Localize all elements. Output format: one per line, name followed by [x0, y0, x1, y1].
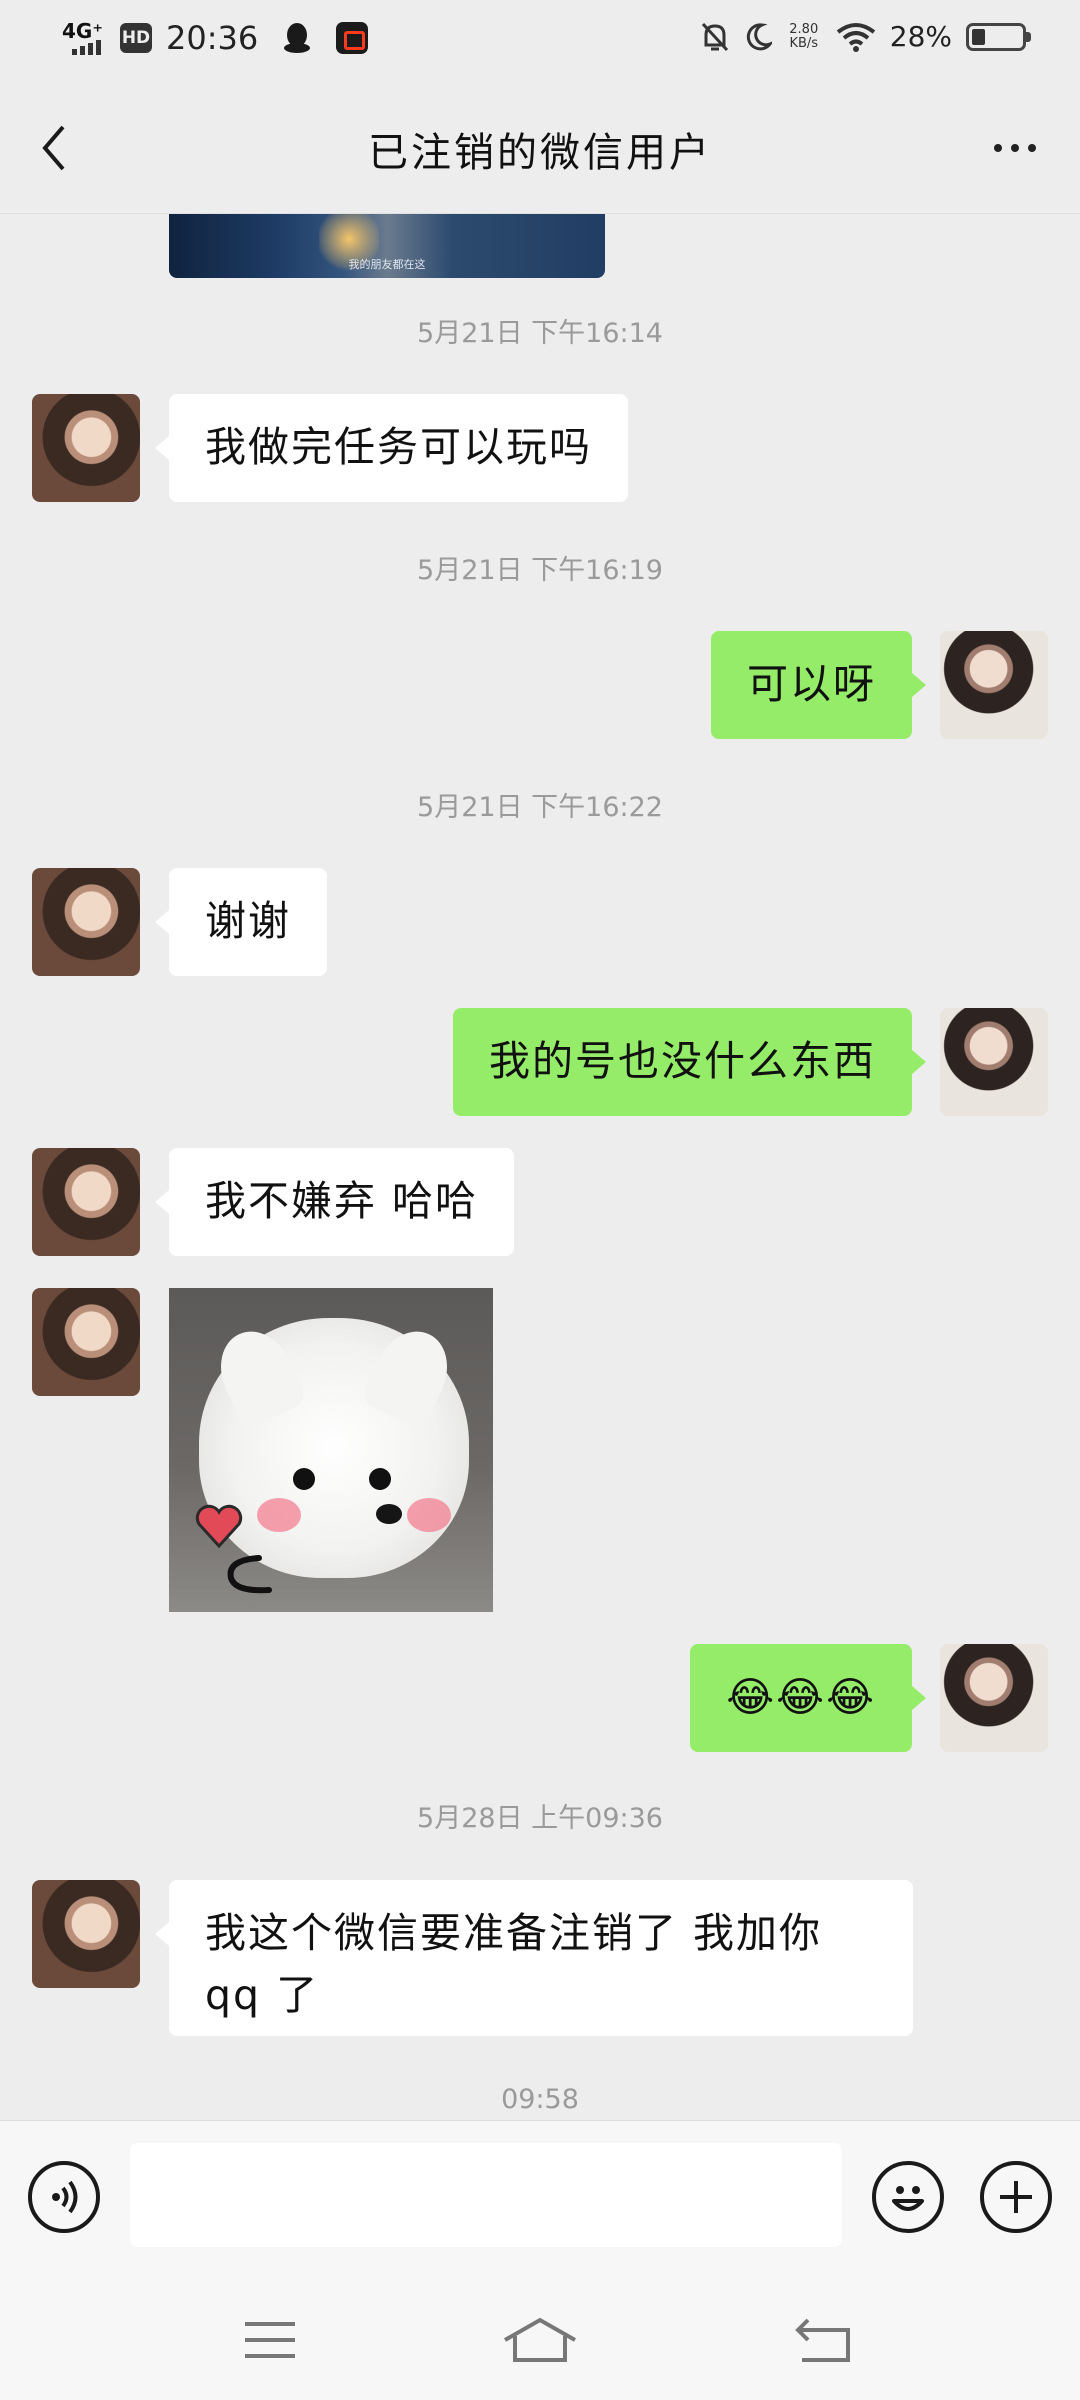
speed-value: 2.80 [789, 21, 819, 37]
emoji-button[interactable] [872, 2161, 944, 2233]
status-bar: 4G⁺ HD 20:36 2.80 KB/s 28% [0, 0, 1080, 80]
outgoing-message[interactable]: 可以呀 [711, 631, 926, 739]
timestamp: 5月21日 下午16:14 [417, 318, 663, 349]
menu-icon [245, 2322, 295, 2358]
my-avatar[interactable] [940, 1644, 1048, 1752]
my-avatar[interactable] [940, 631, 1048, 739]
scribble-mark [227, 1555, 272, 1594]
sticker-message[interactable] [169, 1288, 493, 1612]
plus-icon [1000, 2181, 1032, 2213]
network-type: 4G⁺ [62, 19, 103, 43]
speed-unit: KB/s [789, 35, 819, 51]
contact-avatar[interactable] [32, 1880, 140, 1988]
dot-icon [1028, 144, 1036, 152]
incoming-message[interactable]: 我做完任务可以玩吗 [155, 394, 628, 502]
incoming-message[interactable]: 谢谢 [155, 868, 327, 976]
signal-icon: 4G⁺ [62, 18, 110, 58]
home-icon [504, 2317, 576, 2362]
contact-avatar[interactable] [32, 868, 140, 976]
battery-percent: 28% [889, 20, 952, 53]
incoming-message[interactable]: 我这个微信要准备注销了 我加你qq 了 [155, 1880, 913, 2036]
menu-nav-button[interactable] [230, 2308, 310, 2372]
message-input[interactable] [130, 2143, 842, 2247]
clock: 20:36 [166, 19, 259, 57]
image-caption: 我的朋友都在这 [348, 258, 426, 271]
battery-icon [966, 22, 1031, 51]
battery-fill [972, 28, 985, 45]
system-nav-bar [0, 2280, 1080, 2400]
moon-icon [746, 22, 772, 50]
mute-icon [701, 22, 728, 51]
dot-icon [994, 144, 1002, 152]
timestamp: 09:58 [501, 2084, 579, 2115]
wifi-icon [836, 22, 875, 52]
image-message[interactable]: 我的朋友都在这 [169, 214, 605, 278]
screen-record-icon [336, 22, 369, 54]
more-options-button[interactable] [980, 120, 1050, 176]
contact-avatar[interactable] [32, 394, 140, 502]
contact-avatar[interactable] [32, 1288, 140, 1396]
back-nav-button[interactable] [784, 2308, 864, 2372]
chat-title: 已注销的微信用户 [368, 130, 712, 176]
qq-icon [284, 23, 311, 53]
timestamp: 5月21日 下午16:19 [417, 555, 663, 586]
dot-icon [1011, 144, 1019, 152]
chevron-left-icon [42, 125, 65, 171]
hd-badge: HD [120, 23, 152, 53]
voice-icon [52, 2180, 78, 2214]
timestamp: 5月28日 上午09:36 [417, 1803, 663, 1834]
outgoing-message[interactable]: 😂😂😂 [690, 1644, 926, 1752]
input-bar [0, 2120, 1080, 2280]
chat-header: 已注销的微信用户 [0, 80, 1080, 214]
more-functions-button[interactable] [980, 2161, 1052, 2233]
message-list[interactable]: 我的朋友都在这 5月21日 下午16:14 我做完任务可以玩吗 5月21日 下午… [0, 214, 1080, 2120]
outgoing-message[interactable]: 我的号也没什么东西 [453, 1008, 926, 1116]
contact-avatar[interactable] [32, 1148, 140, 1256]
status-left: 4G⁺ HD 20:36 [62, 18, 369, 58]
status-right: 2.80 KB/s 28% [700, 20, 1031, 53]
smiley-icon [892, 2186, 924, 2211]
my-avatar[interactable] [940, 1008, 1048, 1116]
return-icon [795, 2318, 850, 2362]
incoming-message[interactable]: 我不嫌弃 哈哈 [154, 1148, 515, 1256]
timestamp: 5月21日 下午16:22 [417, 792, 663, 823]
network-speed: 2.80 KB/s [786, 21, 822, 51]
heart-icon [195, 1504, 243, 1549]
home-nav-button[interactable] [500, 2308, 580, 2372]
voice-button[interactable] [28, 2161, 100, 2233]
back-button[interactable] [26, 120, 82, 176]
